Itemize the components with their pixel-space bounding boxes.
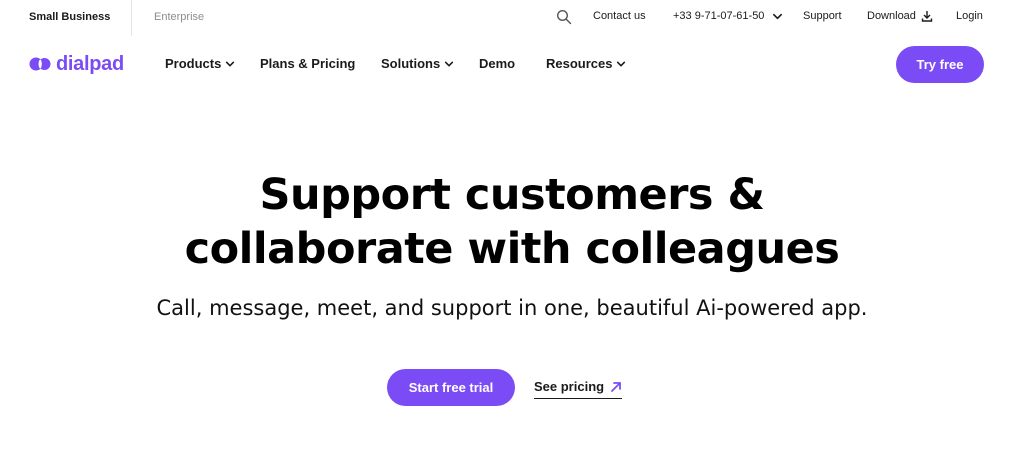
nav-resources[interactable]: Resources xyxy=(546,56,626,71)
nav-demo-label: Demo xyxy=(479,56,516,71)
try-free-button[interactable]: Try free xyxy=(896,46,984,83)
see-pricing-link[interactable]: See pricing xyxy=(534,377,623,399)
contact-us-link[interactable]: Contact us xyxy=(593,10,646,22)
hero-title: Support customers & collaborate with col… xyxy=(0,168,1024,276)
download-link[interactable]: Download xyxy=(867,10,916,22)
hero-cta-row: Start free trial See pricing xyxy=(0,369,1024,407)
download-icon[interactable] xyxy=(921,10,933,22)
chevron-down-icon[interactable] xyxy=(772,11,783,22)
chevron-down-icon xyxy=(617,61,626,66)
nav-resources-label: Resources xyxy=(546,56,613,71)
phone-number-selector[interactable]: +33 9-71-07-61-50 xyxy=(673,10,764,22)
see-pricing-label: See pricing xyxy=(534,379,605,394)
nav-demo[interactable]: Demo xyxy=(479,56,515,71)
hero-title-line-2: collaborate with colleagues xyxy=(184,224,840,274)
nav-plans-pricing[interactable]: Plans & Pricing xyxy=(260,56,355,71)
support-link[interactable]: Support xyxy=(803,10,842,22)
nav-products[interactable]: Products xyxy=(165,56,235,71)
nav-solutions[interactable]: Solutions xyxy=(381,56,454,71)
login-link[interactable]: Login xyxy=(956,10,983,22)
utility-bar: Small Business Enterprise Contact us +33… xyxy=(0,0,1024,36)
segment-small-business[interactable]: Small Business xyxy=(29,11,110,23)
hero-subtitle: Call, message, meet, and support in one,… xyxy=(156,296,868,320)
main-nav: dialpad Products Plans & Pricing Solutio… xyxy=(0,36,1024,92)
segment-enterprise[interactable]: Enterprise xyxy=(154,11,204,23)
dialpad-logo[interactable]: dialpad xyxy=(29,51,124,77)
segment-divider xyxy=(131,0,132,36)
arrow-up-right-icon xyxy=(611,381,621,392)
nav-products-label: Products xyxy=(165,56,222,71)
chevron-down-icon xyxy=(226,61,235,66)
logo-text: dialpad xyxy=(56,52,124,75)
dialpad-logo-icon xyxy=(29,57,51,71)
start-free-trial-button[interactable]: Start free trial xyxy=(387,369,515,406)
nav-solutions-label: Solutions xyxy=(381,56,441,71)
chevron-down-icon xyxy=(445,61,454,66)
search-icon[interactable] xyxy=(556,9,572,25)
hero-title-line-1: Support customers & xyxy=(259,170,765,220)
nav-plans-pricing-label: Plans & Pricing xyxy=(260,56,356,71)
